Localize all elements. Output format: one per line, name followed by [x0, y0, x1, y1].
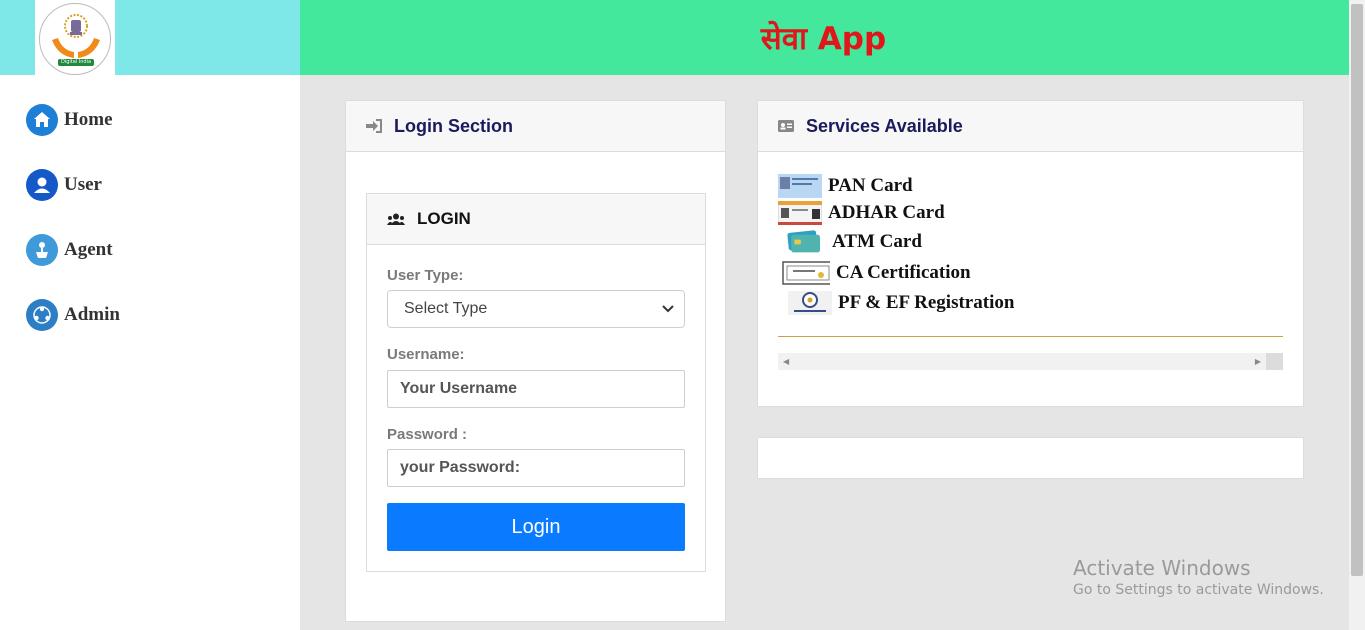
login-form-header: LOGIN	[367, 194, 705, 245]
service-label: ATM Card	[832, 231, 922, 252]
username-label: Username:	[387, 346, 465, 363]
scrollbar-corner	[1266, 353, 1283, 370]
service-item-ca[interactable]: CA Certification	[780, 261, 971, 285]
sign-in-icon	[366, 119, 382, 133]
horizontal-scrollbar[interactable]: ◀ ▶	[778, 353, 1283, 370]
username-input[interactable]	[387, 370, 685, 408]
services-divider	[778, 336, 1283, 337]
login-section-title: Login Section	[394, 115, 513, 136]
logo-text: Digital India	[58, 58, 94, 66]
service-label: PAN Card	[828, 175, 913, 196]
service-item-pan[interactable]: PAN Card	[778, 174, 913, 198]
sidebar-item-agent[interactable]: Agent	[26, 233, 113, 267]
agent-icon	[26, 234, 58, 266]
sidebar-item-label: Home	[64, 109, 113, 130]
services-title: Services Available	[806, 115, 963, 136]
user-type-value: Select Type	[404, 300, 488, 317]
pf-logo-icon	[788, 291, 832, 315]
home-icon	[26, 104, 58, 136]
sidebar-item-home[interactable]: Home	[26, 103, 113, 137]
app-title: सेवा App	[760, 20, 887, 57]
scroll-right-icon[interactable]: ▶	[1255, 357, 1261, 366]
user-type-select[interactable]: Select Type	[387, 290, 685, 328]
admin-icon	[26, 299, 58, 331]
app-header: सेवा App	[300, 0, 1349, 75]
password-input[interactable]	[387, 449, 685, 487]
scroll-left-icon[interactable]: ◀	[783, 357, 789, 366]
sidebar-item-label: User	[64, 174, 102, 195]
service-label: PF & EF Registration	[838, 292, 1015, 313]
id-card-icon	[778, 120, 794, 132]
logo[interactable]: Digital India	[35, 0, 115, 77]
services-header: Services Available	[758, 101, 1303, 152]
service-item-adhar[interactable]: ADHAR Card	[778, 201, 945, 225]
blank-panel	[757, 437, 1304, 479]
sidebar: Home User Agent Admin	[0, 75, 300, 630]
login-section-header: Login Section	[346, 101, 725, 152]
certificate-icon	[782, 261, 830, 285]
adhar-card-icon	[778, 201, 822, 225]
user-icon	[26, 169, 58, 201]
watermark-title: Activate Windows	[1073, 556, 1251, 580]
login-section-panel: Login Section LOGIN User Type: Select Ty…	[345, 100, 726, 622]
watermark-subtitle: Go to Settings to activate Windows.	[1073, 582, 1324, 598]
pan-card-icon	[778, 174, 822, 198]
logo-emblem: Digital India	[39, 2, 111, 75]
sidebar-item-user[interactable]: User	[26, 168, 102, 202]
login-form: LOGIN User Type: Select Type Username: P…	[366, 193, 706, 572]
service-label: CA Certification	[836, 262, 971, 283]
atm-card-icon	[787, 230, 820, 253]
services-panel: Services Available PAN Card ADHAR Card A…	[757, 100, 1304, 407]
password-label: Password :	[387, 426, 468, 443]
login-button[interactable]: Login	[387, 503, 685, 551]
scrollbar-thumb[interactable]	[1351, 4, 1363, 576]
service-item-atm[interactable]: ATM Card	[782, 230, 922, 254]
login-form-title: LOGIN	[417, 209, 471, 228]
service-label: ADHAR Card	[828, 202, 945, 223]
sidebar-item-label: Admin	[64, 304, 120, 325]
chevron-down-icon	[662, 305, 674, 313]
logo-area: Digital India	[0, 0, 300, 77]
hands-icon	[52, 37, 100, 58]
sidebar-item-admin[interactable]: Admin	[26, 298, 120, 332]
vertical-scrollbar[interactable]	[1349, 0, 1365, 630]
users-icon	[387, 213, 405, 225]
sidebar-item-label: Agent	[64, 239, 113, 260]
service-item-pf[interactable]: PF & EF Registration	[788, 291, 1014, 315]
user-type-label: User Type:	[387, 267, 464, 284]
